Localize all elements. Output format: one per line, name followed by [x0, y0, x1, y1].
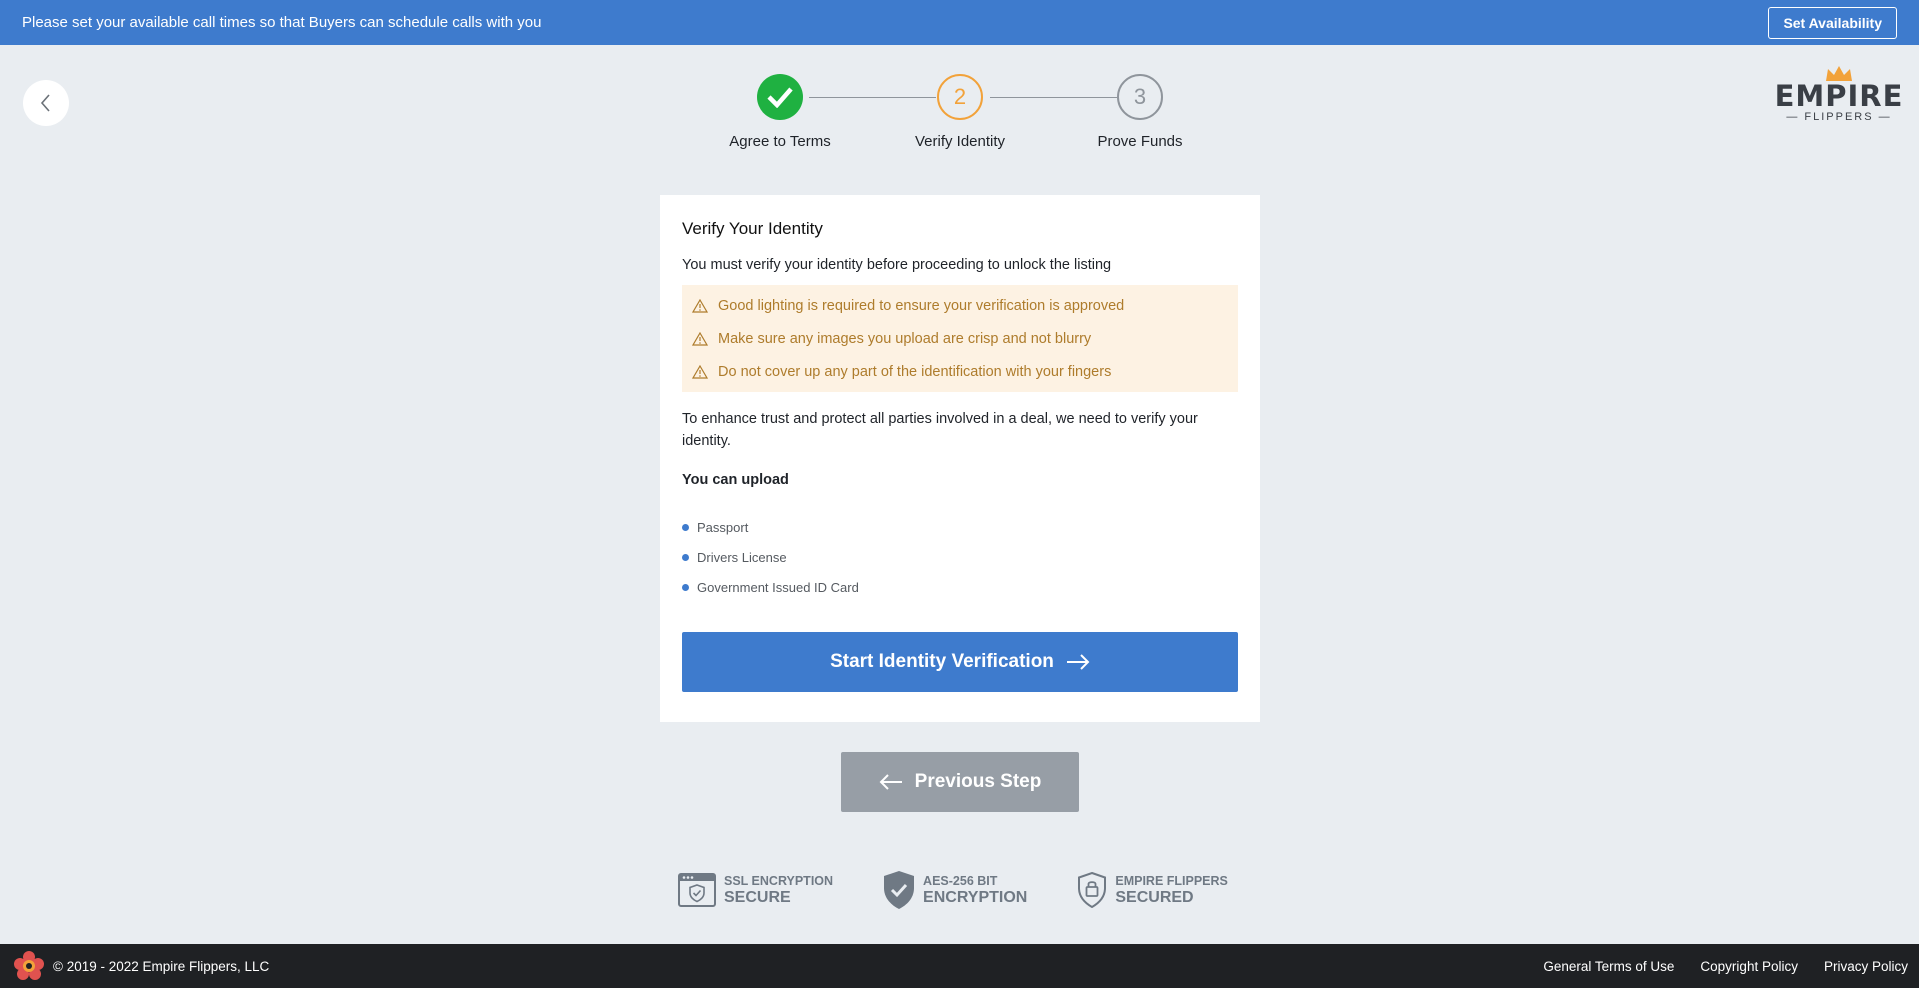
browser-shield-icon [678, 872, 716, 908]
upload-title: You can upload [682, 472, 789, 488]
warning-text: Do not cover up any part of the identifi… [718, 363, 1112, 380]
warning-item: Make sure any images you upload are cris… [692, 322, 1228, 355]
back-button[interactable] [23, 80, 69, 126]
privacy-policy-link[interactable]: Privacy Policy [1824, 959, 1908, 974]
verify-identity-card: Verify Your Identity You must verify you… [660, 195, 1260, 722]
chevron-left-icon [40, 94, 50, 112]
badge-line2: SECURE [724, 888, 791, 906]
step-complete-badge [757, 74, 803, 120]
upload-options-list: Passport Drivers License Government Issu… [682, 512, 1238, 602]
aes-badge: AES-256 BIT ENCRYPTION [883, 870, 1027, 910]
availability-banner: Please set your available call times so … [0, 0, 1919, 45]
crown-icon [1826, 66, 1852, 81]
arrow-left-icon [879, 774, 902, 790]
list-item-label: Government Issued ID Card [697, 579, 859, 595]
warning-text: Make sure any images you upload are cris… [718, 330, 1092, 347]
progress-stepper: Agree to Terms 2 Verify Identity 3 Prove… [720, 74, 1183, 154]
bullet-icon [682, 583, 689, 591]
security-badges: SSL ENCRYPTION SECURE AES-256 BIT ENCRYP… [678, 870, 1278, 910]
start-button-label: Start Identity Verification [830, 651, 1054, 672]
warning-item: Good lighting is required to ensure your… [692, 289, 1228, 322]
list-item: Drivers License [682, 542, 1238, 572]
logo-word: EMPIRE [1774, 79, 1904, 113]
step-prove-funds[interactable]: 3 Prove Funds [1060, 74, 1220, 150]
start-identity-verification-button[interactable]: Start Identity Verification [682, 632, 1238, 692]
previous-step-button[interactable]: Previous Step [841, 752, 1079, 812]
list-item: Passport [682, 512, 1238, 542]
shield-check-icon [883, 870, 915, 910]
list-item: Government Issued ID Card [682, 572, 1238, 602]
badge-line1: SSL ENCRYPTION [724, 873, 834, 888]
warning-box: Good lighting is required to ensure your… [682, 285, 1238, 392]
previous-step-label: Previous Step [914, 771, 1042, 792]
page-footer: © 2019 - 2022 Empire Flippers, LLC Gener… [0, 944, 1919, 988]
warning-triangle-icon [692, 331, 708, 346]
badge-line1: AES-256 BIT [923, 873, 998, 888]
step-label: Verify Identity [914, 133, 1006, 150]
warning-triangle-icon [692, 364, 708, 379]
step-label: Prove Funds [1097, 133, 1183, 150]
ssl-badge: SSL ENCRYPTION SECURE [678, 870, 833, 910]
step-agree-to-terms[interactable]: Agree to Terms [700, 74, 860, 150]
bullet-icon [682, 523, 689, 531]
warning-triangle-icon [692, 298, 708, 313]
logo-sub: — FLIPPERS — [1786, 111, 1892, 123]
step-verify-identity[interactable]: 2 Verify Identity [880, 74, 1040, 150]
arrow-right-icon [1066, 654, 1090, 670]
badge-line1: EMPIRE FLIPPERS [1115, 873, 1228, 888]
card-description: To enhance trust and protect all parties… [682, 411, 1198, 449]
step-label: Agree to Terms [729, 133, 831, 150]
badge-line2: ENCRYPTION [923, 888, 1028, 906]
copyright-text: © 2019 - 2022 Empire Flippers, LLC [53, 958, 270, 974]
warning-text: Good lighting is required to ensure your… [718, 297, 1125, 314]
lock-shield-icon [1077, 872, 1107, 908]
checkmark-icon [767, 87, 793, 108]
list-item-label: Drivers License [697, 549, 787, 565]
badge-line2: SECURED [1115, 888, 1194, 906]
list-item-label: Passport [697, 519, 749, 535]
card-intro: You must verify your identity before pro… [682, 257, 1112, 273]
terms-of-use-link[interactable]: General Terms of Use [1543, 959, 1674, 974]
bullet-icon [682, 553, 689, 561]
step-number-badge: 2 [937, 74, 983, 120]
flower-logo-icon [10, 949, 48, 983]
warning-item: Do not cover up any part of the identifi… [692, 355, 1228, 388]
step-number-badge: 3 [1117, 74, 1163, 120]
copyright-policy-link[interactable]: Copyright Policy [1700, 959, 1798, 974]
card-title: Verify Your Identity [682, 219, 823, 238]
secured-badge: EMPIRE FLIPPERS SECURED [1077, 870, 1228, 910]
set-availability-button[interactable]: Set Availability [1768, 6, 1897, 39]
empire-flippers-logo[interactable]: EMPIRE — FLIPPERS — [1774, 64, 1904, 134]
banner-message: Please set your available call times so … [22, 14, 542, 31]
